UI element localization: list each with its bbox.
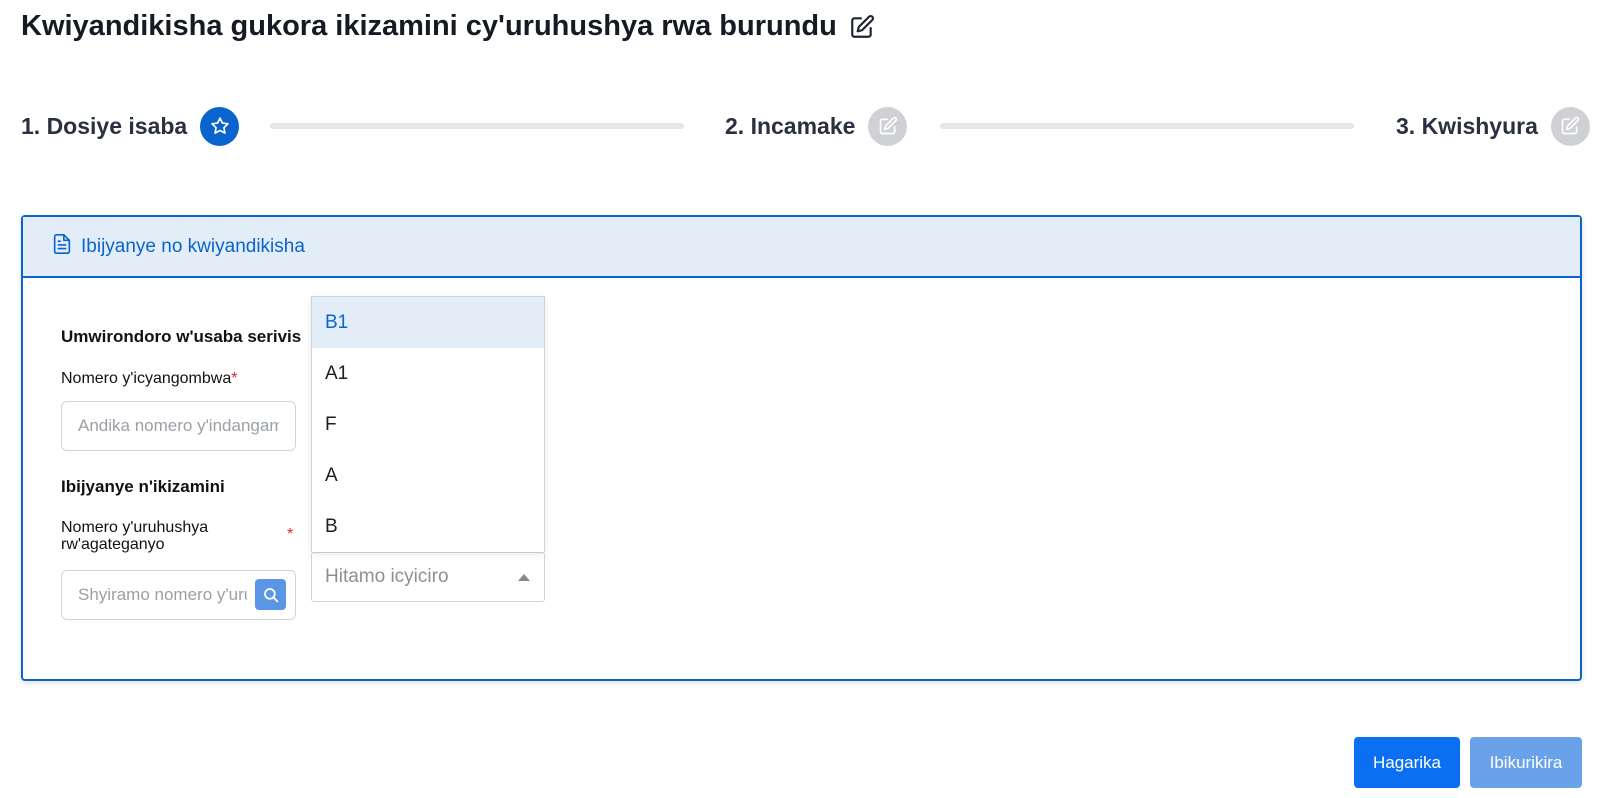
dropdown-option-f[interactable]: F	[312, 399, 544, 450]
step-incamake[interactable]: 2. Incamake	[725, 106, 908, 146]
document-icon	[51, 232, 73, 261]
category-select[interactable]: Hitamo icyiciro	[311, 552, 545, 602]
star-icon	[200, 106, 240, 146]
edit-icon[interactable]	[849, 14, 875, 40]
search-button[interactable]	[255, 579, 286, 610]
dropdown-option-b[interactable]: B	[312, 501, 544, 552]
caret-up-icon	[518, 574, 530, 581]
card-header-title: Ibijyanye no kwiyandikisha	[81, 235, 305, 257]
step-connector	[940, 123, 1354, 129]
required-mark: *	[231, 370, 238, 387]
dropdown-option-a[interactable]: A	[312, 450, 544, 501]
license-number-label: Nomero y'uruhushya rw'agateganyo	[61, 519, 209, 553]
step-label: 2. Incamake	[725, 112, 856, 139]
page-title-text: Kwiyandikisha gukora ikizamini cy'uruhus…	[21, 10, 837, 42]
edit-icon	[1550, 106, 1590, 146]
applicant-section-title: Umwirondoro w'usaba serivis	[61, 327, 302, 346]
category-dropdown: B1 A1 F A B	[311, 296, 545, 552]
step-label: 3. Kwishyura	[1396, 112, 1538, 139]
dropdown-option-b1[interactable]: B1	[312, 297, 544, 348]
page-title: Kwiyandikisha gukora ikizamini cy'uruhus…	[21, 10, 875, 43]
step-label: 1. Dosiye isaba	[21, 112, 188, 139]
category-select-placeholder: Hitamo icyiciro	[325, 566, 449, 587]
step-connector	[270, 123, 684, 129]
required-mark: *	[287, 526, 294, 543]
card-header: Ibijyanye no kwiyandikisha	[23, 217, 1580, 278]
next-button[interactable]: Ibikurikira	[1470, 737, 1582, 788]
id-number-label: Nomero y'icyangombwa*	[61, 370, 237, 387]
exam-section-title: Ibijyanye n'ikizamini	[61, 477, 225, 496]
search-icon	[262, 586, 280, 604]
dropdown-option-a1[interactable]: A1	[312, 348, 544, 399]
id-number-label-text: Nomero y'icyangombwa	[61, 370, 232, 387]
step-dosiye-isaba[interactable]: 1. Dosiye isaba	[21, 106, 240, 146]
step-kwishyura[interactable]: 3. Kwishyura	[1396, 106, 1590, 146]
stepper: 1. Dosiye isaba 2. Incamake 3. Kwishyura	[21, 106, 1590, 146]
id-number-input[interactable]	[61, 401, 296, 451]
edit-icon	[868, 106, 908, 146]
cancel-button[interactable]: Hagarika	[1354, 737, 1460, 788]
